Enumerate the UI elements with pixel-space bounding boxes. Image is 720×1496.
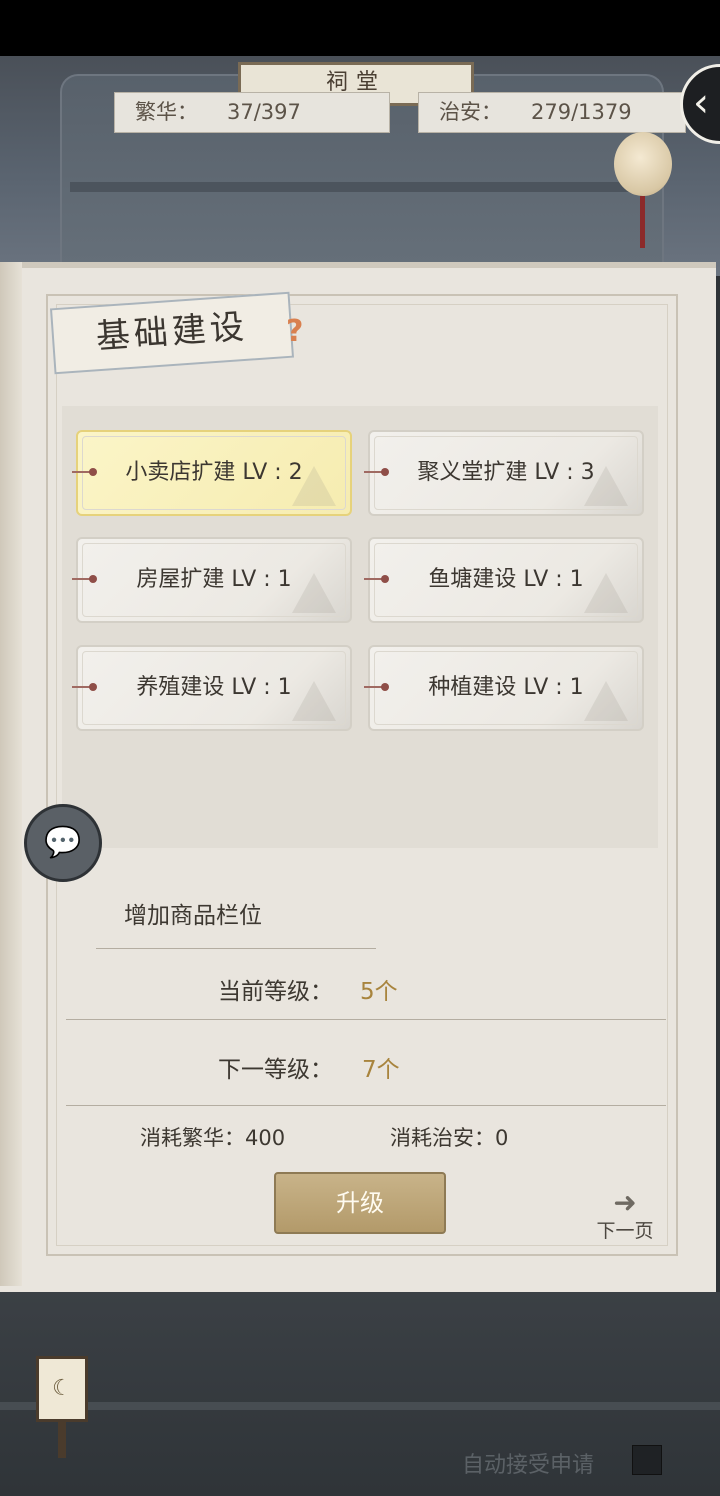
current-level-label: 当前等级：: [218, 979, 333, 1005]
building-card-label: 小卖店扩建 LV : 2: [125, 460, 303, 485]
mountain-decoration: [584, 681, 628, 721]
building-card-planting[interactable]: 种植建设 LV : 1: [368, 645, 644, 731]
mountain-decoration: [584, 573, 628, 613]
next-page-button[interactable]: ➜ 下一页: [588, 1186, 662, 1246]
auto-accept-checkbox[interactable]: [632, 1445, 662, 1475]
building-card-label: 房屋扩建 LV : 1: [136, 567, 292, 592]
building-card-breeding[interactable]: 养殖建设 LV : 1: [76, 645, 352, 731]
building-card-fishpond[interactable]: 鱼塘建设 LV : 1: [368, 537, 644, 623]
divider: [96, 948, 376, 949]
prosperity-stat: 繁华： 37/397: [114, 92, 390, 133]
building-card-label: 种植建设 LV : 1: [428, 675, 584, 700]
pin-icon: [364, 468, 389, 476]
pin-icon: [364, 683, 389, 691]
upgrade-button[interactable]: 升级: [274, 1172, 446, 1234]
chat-icon: 💬: [44, 825, 82, 860]
divider: [66, 1019, 666, 1020]
security-value: 279/1379: [531, 100, 632, 124]
building-card-shop[interactable]: 小卖店扩建 LV : 2: [76, 430, 352, 516]
security-stat: 治安： 279/1379: [418, 92, 686, 133]
next-page-label: 下一页: [596, 1220, 654, 1242]
prosperity-label: 繁华：: [135, 100, 198, 124]
security-label: 治安：: [439, 100, 502, 124]
lamp-icon: ☾: [36, 1356, 88, 1422]
detail-title: 增加商品栏位: [124, 903, 262, 929]
status-bar: [0, 0, 720, 56]
pin-icon: [364, 575, 389, 583]
pin-icon: [72, 683, 97, 691]
building-card-label: 鱼塘建设 LV : 1: [428, 567, 584, 592]
pin-icon: [72, 575, 97, 583]
lamp-stand: [58, 1422, 66, 1458]
building-card-label: 养殖建设 LV : 1: [136, 675, 292, 700]
building-card-hall[interactable]: 聚义堂扩建 LV : 3: [368, 430, 644, 516]
building-card-label: 聚义堂扩建 LV : 3: [417, 460, 595, 485]
cost-prosperity: 消耗繁华：400: [140, 1126, 286, 1150]
help-icon[interactable]: ?: [286, 314, 303, 349]
pin-icon: [72, 468, 97, 476]
chevron-left-icon: ‹: [693, 80, 709, 126]
next-level-value: 7个: [362, 1057, 400, 1083]
current-level-value: 5个: [360, 979, 398, 1005]
mountain-decoration: [292, 573, 336, 613]
chat-button[interactable]: 💬: [24, 804, 102, 882]
next-level-label: 下一等级：: [218, 1057, 333, 1083]
prosperity-value: 37/397: [227, 100, 301, 124]
floor-edge: [0, 1402, 720, 1410]
mountain-decoration: [292, 681, 336, 721]
lantern-tassel: [640, 196, 645, 248]
auto-accept-label: 自动接受申请: [462, 1453, 595, 1478]
arrow-right-icon: ➜: [613, 1186, 637, 1219]
hall-beam: [70, 182, 630, 192]
lantern-decoration: [614, 132, 672, 196]
divider: [66, 1105, 666, 1106]
book-spine: [0, 262, 22, 1286]
floor-background: [0, 1292, 720, 1496]
building-card-house[interactable]: 房屋扩建 LV : 1: [76, 537, 352, 623]
cost-security: 消耗治安：0: [390, 1126, 509, 1150]
